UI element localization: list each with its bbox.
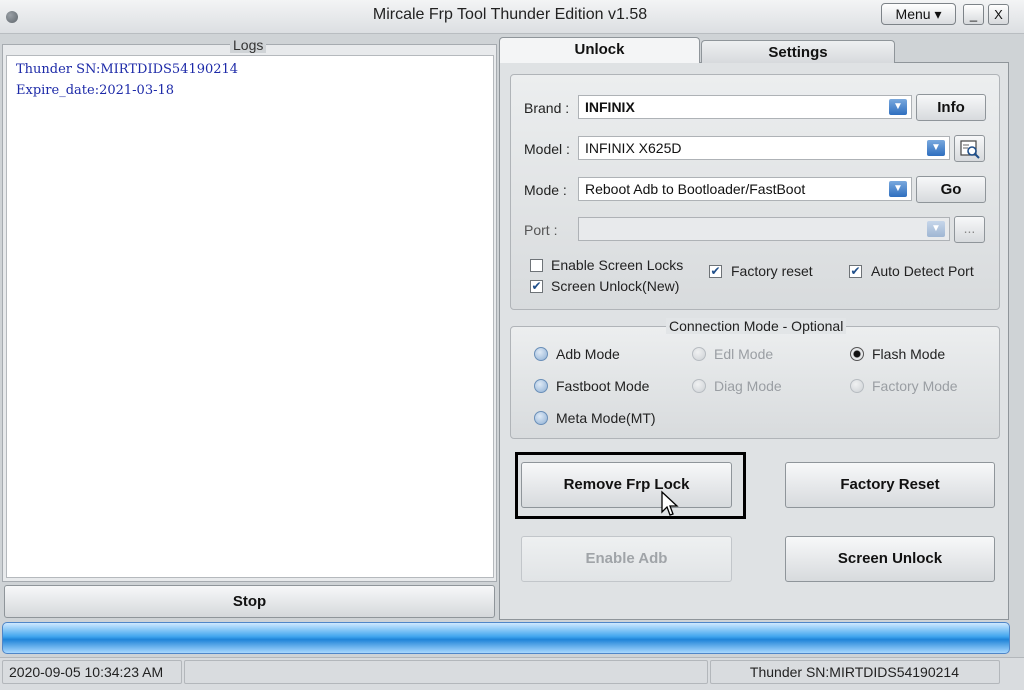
- chevron-down-icon: ▼: [927, 140, 945, 156]
- port-select[interactable]: ▼: [578, 217, 950, 241]
- auto-detect-port-label: Auto Detect Port: [871, 263, 974, 279]
- model-label: Model :: [524, 141, 570, 157]
- chevron-down-icon: ▼: [889, 181, 907, 197]
- mode-select[interactable]: Reboot Adb to Bootloader/FastBoot ▼: [578, 177, 912, 201]
- port-label: Port :: [524, 222, 558, 238]
- connection-mode-caption: Connection Mode - Optional: [666, 318, 847, 334]
- search-icon: [959, 140, 980, 159]
- factory-reset-label: Factory reset: [731, 263, 813, 279]
- progress-bar: [2, 622, 1010, 654]
- model-select[interactable]: INFINIX X625D ▼: [578, 136, 950, 160]
- go-button[interactable]: Go: [916, 176, 986, 203]
- edl-mode-label: Edl Mode: [714, 346, 774, 362]
- close-button[interactable]: X: [988, 4, 1009, 25]
- screen-unlock-new-label: Screen Unlock(New): [551, 278, 680, 294]
- flash-mode-radio[interactable]: [850, 347, 864, 361]
- meta-mode-radio[interactable]: [534, 411, 548, 425]
- brand-label: Brand :: [524, 100, 570, 116]
- port-browse-button[interactable]: ...: [954, 216, 985, 243]
- auto-detect-port-checkbox[interactable]: ✔: [849, 265, 862, 278]
- tab-settings[interactable]: Settings: [701, 40, 895, 63]
- fastboot-mode-label: Fastboot Mode: [556, 378, 650, 394]
- enable-adb-button[interactable]: Enable Adb: [521, 536, 732, 582]
- log-line: Expire_date:2021-03-18: [16, 83, 175, 98]
- menu-button[interactable]: Menu ▾: [881, 3, 956, 25]
- mouse-cursor-icon: [661, 490, 679, 516]
- model-search-button[interactable]: [954, 135, 985, 162]
- meta-mode-label: Meta Mode(MT): [556, 410, 656, 426]
- factory-mode-label: Factory Mode: [872, 378, 958, 394]
- chevron-down-icon: ▼: [927, 221, 945, 237]
- screen-unlock-button[interactable]: Screen Unlock: [785, 536, 995, 582]
- status-datetime: 2020-09-05 10:34:23 AM: [2, 660, 182, 684]
- info-button[interactable]: Info: [916, 94, 986, 121]
- flash-mode-label: Flash Mode: [872, 346, 946, 362]
- status-serial: Thunder SN:MIRTDIDS54190214: [710, 660, 1000, 684]
- stop-button[interactable]: Stop: [4, 585, 495, 618]
- log-line: Thunder SN:MIRTDIDS54190214: [16, 62, 239, 77]
- factory-reset-button[interactable]: Factory Reset: [785, 462, 995, 508]
- diag-mode-label: Diag Mode: [714, 378, 782, 394]
- factory-reset-checkbox[interactable]: ✔: [709, 265, 722, 278]
- adb-mode-radio[interactable]: [534, 347, 548, 361]
- adb-mode-label: Adb Mode: [556, 346, 620, 362]
- mode-label: Mode :: [524, 182, 567, 198]
- window-title: Mircale Frp Tool Thunder Edition v1.58: [372, 6, 648, 23]
- status-empty-panel: [184, 660, 708, 684]
- chevron-down-icon: ▼: [889, 99, 907, 115]
- diag-mode-radio[interactable]: [692, 379, 706, 393]
- edl-mode-radio[interactable]: [692, 347, 706, 361]
- logs-textarea[interactable]: Thunder SN:MIRTDIDS54190214 Expire_date:…: [6, 55, 494, 578]
- minimize-button[interactable]: _: [963, 4, 984, 25]
- tab-unlock[interactable]: Unlock: [499, 37, 700, 63]
- factory-mode-radio[interactable]: [850, 379, 864, 393]
- enable-screen-locks-label: Enable Screen Locks: [551, 257, 684, 273]
- model-value: INFINIX X625D: [585, 140, 682, 156]
- logs-caption: Logs: [230, 37, 267, 53]
- remove-frp-lock-button[interactable]: Remove Frp Lock: [521, 462, 732, 508]
- fastboot-mode-radio[interactable]: [534, 379, 548, 393]
- brand-value: INFINIX: [585, 99, 635, 115]
- mode-value: Reboot Adb to Bootloader/FastBoot: [585, 181, 806, 197]
- screen-unlock-new-checkbox[interactable]: ✔: [530, 280, 543, 293]
- brand-select[interactable]: INFINIX ▼: [578, 95, 912, 119]
- enable-screen-locks-checkbox[interactable]: [530, 259, 543, 272]
